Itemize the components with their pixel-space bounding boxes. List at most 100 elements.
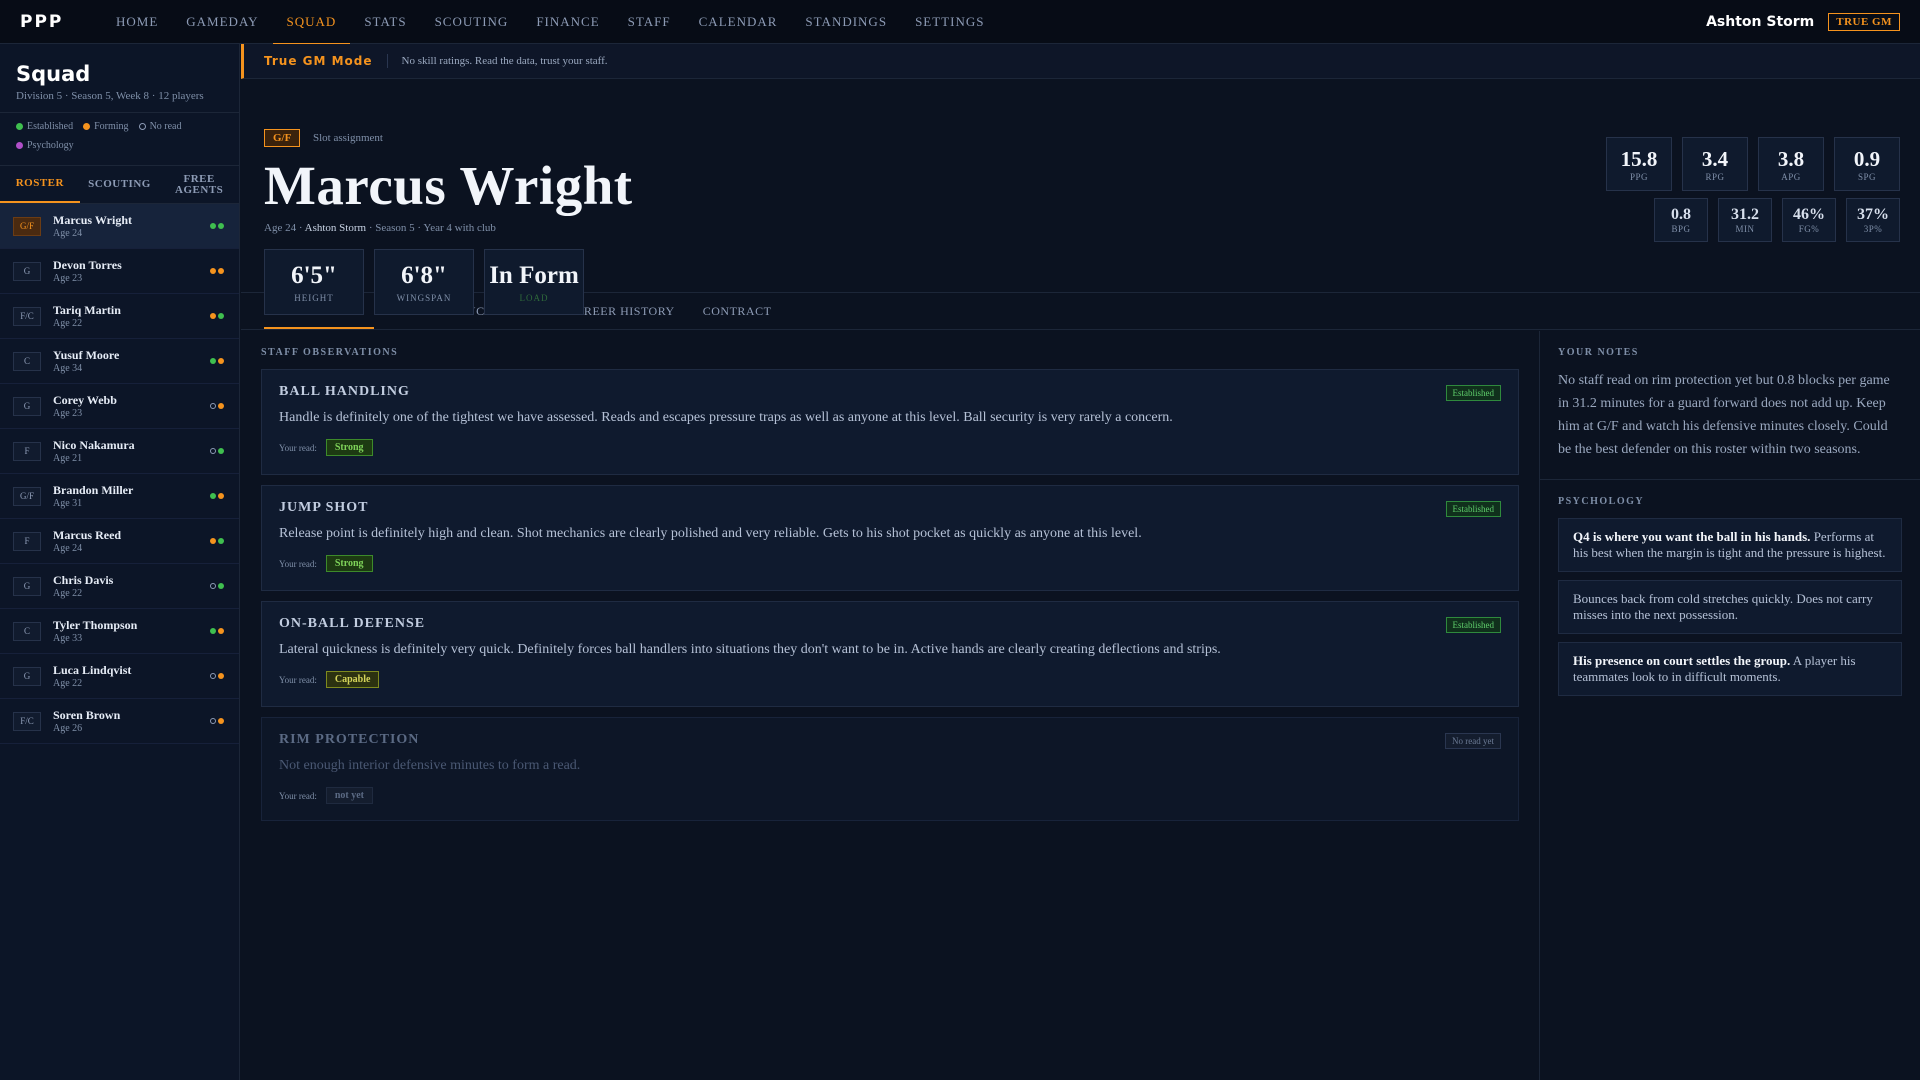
slot-assignment-link[interactable]: Slot assignment — [313, 132, 383, 144]
assessment-content: STAFF OBSERVATIONS BALL HANDLING Establis… — [241, 331, 1920, 1080]
read-status-badge: Established — [1445, 385, 1501, 401]
player-info: Yusuf Moore Age 34 — [53, 348, 210, 374]
position-tag: G/F — [13, 486, 41, 506]
roster-player-row[interactable]: C Tyler Thompson Age 33 — [0, 609, 239, 654]
player-hero: G/F Slot assignment Marcus Wright Age 24… — [241, 79, 1920, 315]
player-name: Soren Brown — [53, 708, 121, 722]
position-tag: G — [13, 576, 41, 596]
roster-player-row[interactable]: G/F Marcus Wright Age 24 — [0, 204, 239, 249]
sidebar-tabs: ROSTER SCOUTING FREE AGENTS — [0, 166, 239, 204]
status-dot-icon — [218, 583, 224, 589]
your-read: Your read: Capable — [279, 671, 1501, 688]
player-name: Tyler Thompson — [53, 618, 138, 632]
read-status-dots — [210, 718, 226, 724]
primary-stats: 15.8 PPG 3.4 RPG 3.8 APG 0.9 SPG — [1596, 137, 1900, 191]
your-read-chip[interactable]: Strong — [325, 439, 373, 456]
nav-user-area: Ashton Storm TRUE GM — [1706, 12, 1920, 31]
roster-player-row[interactable]: G/F Brandon Miller Age 31 — [0, 474, 239, 519]
roster-player-row[interactable]: F/C Soren Brown Age 26 — [0, 699, 239, 744]
staff-observations: STAFF OBSERVATIONS BALL HANDLING Establis… — [261, 331, 1519, 831]
stat-label: 3P% — [1863, 224, 1883, 234]
player-info: Tyler Thompson Age 33 — [53, 618, 210, 644]
attr-wingspan: 6'8" WINGSPAN — [374, 249, 474, 315]
tab-contract[interactable]: CONTRACT — [689, 293, 786, 329]
status-dot-icon — [210, 223, 216, 229]
position-badge[interactable]: G/F — [264, 129, 301, 147]
roster-player-row[interactable]: F Marcus Reed Age 24 — [0, 519, 239, 564]
player-info: Tariq Martin Age 22 — [53, 303, 210, 329]
user-name[interactable]: Ashton Storm — [1706, 14, 1814, 30]
true-gm-banner: True GM Mode No skill ratings. Read the … — [241, 44, 1920, 79]
nav-item-settings[interactable]: SETTINGS — [901, 0, 998, 44]
status-dot-icon — [218, 673, 224, 679]
squad-sidebar: Squad Division 5 · Season 5, Week 8 · 12… — [0, 44, 240, 1080]
status-dot-icon — [218, 403, 224, 409]
your-read: Your read: not yet — [279, 787, 1501, 804]
nav-item-home[interactable]: HOME — [102, 0, 172, 44]
legend-label: Psychology — [27, 140, 74, 151]
roster-player-row[interactable]: G Chris Davis Age 22 — [0, 564, 239, 609]
status-dot-icon — [218, 358, 224, 364]
roster-player-row[interactable]: F/C Tariq Martin Age 22 — [0, 294, 239, 339]
roster-player-row[interactable]: G Devon Torres Age 23 — [0, 249, 239, 294]
your-read-chip[interactable]: not yet — [325, 787, 374, 804]
player-name: Yusuf Moore — [53, 348, 120, 362]
app-logo[interactable]: PPP — [0, 12, 102, 32]
empty-ring-icon — [210, 448, 216, 454]
player-name: Corey Webb — [53, 393, 117, 407]
your-read: Your read: Strong — [279, 439, 1501, 456]
your-read-chip[interactable]: Strong — [325, 555, 373, 572]
position-tag: G — [13, 396, 41, 416]
read-status-dots — [210, 583, 226, 589]
roster-player-row[interactable]: G Corey Webb Age 23 — [0, 384, 239, 429]
status-dot-icon — [210, 313, 216, 319]
attr-load: In Form LOAD — [484, 249, 584, 315]
tab-scouting[interactable]: SCOUTING — [80, 166, 160, 203]
tab-free-agents[interactable]: FREE AGENTS — [159, 166, 239, 203]
tab-roster[interactable]: ROSTER — [0, 166, 80, 203]
player-age: Age 24 — [53, 543, 83, 554]
observation-text: Not enough interior defensive minutes to… — [279, 758, 581, 773]
nav-item-finance[interactable]: FINANCE — [522, 0, 613, 44]
position-tag: F — [13, 441, 41, 461]
observation-text: Handle is definitely one of the tightest… — [279, 410, 1173, 425]
observation-title: JUMP SHOT — [279, 500, 369, 515]
nav-item-standings[interactable]: STANDINGS — [791, 0, 901, 44]
psychology-panel: PSYCHOLOGY Q4 is where you want the ball… — [1540, 496, 1920, 696]
status-dot-icon — [210, 358, 216, 364]
section-title: STAFF OBSERVATIONS — [261, 347, 399, 358]
stat-value: 0.9 — [1853, 146, 1881, 171]
player-age: Age 33 — [53, 633, 83, 644]
stat-value: 3.4 — [1701, 146, 1729, 171]
empty-ring-icon — [138, 123, 146, 130]
stat-value: 3.8 — [1777, 146, 1805, 171]
roster-player-row[interactable]: F Nico Nakamura Age 21 — [0, 429, 239, 474]
your-read-label: Your read: — [279, 790, 317, 801]
status-dot-icon — [218, 313, 224, 319]
roster-player-row[interactable]: C Yusuf Moore Age 34 — [0, 339, 239, 384]
status-dot-icon — [210, 268, 216, 274]
meta-age: Age 24 · — [264, 222, 305, 234]
sidebar-title: Squad — [16, 62, 91, 86]
nav-item-squad[interactable]: SQUAD — [272, 0, 351, 45]
orange-dot-icon — [83, 123, 91, 130]
legend-label: No read — [149, 121, 182, 132]
trait-text: Bounces back from cold stretches quickly… — [1573, 591, 1873, 622]
your-read-chip[interactable]: Capable — [325, 671, 380, 688]
nav-item-scouting[interactable]: SCOUTING — [421, 0, 523, 44]
nav-item-staff[interactable]: STAFF — [614, 0, 685, 44]
nav-item-stats[interactable]: STATS — [350, 0, 420, 44]
empty-ring-icon — [210, 718, 216, 724]
physical-attributes: 6'5" HEIGHT 6'8" WINGSPAN In Form LOAD — [264, 249, 594, 315]
notes-text[interactable]: No staff read on rim protection yet but … — [1558, 369, 1902, 461]
observation-card: RIM PROTECTION No read yet Not enough inte… — [261, 717, 1519, 821]
player-info: Soren Brown Age 26 — [53, 708, 210, 734]
nav-item-calendar[interactable]: CALENDAR — [685, 0, 792, 44]
nav-item-gameday[interactable]: GAMEDAY — [172, 0, 272, 44]
roster-player-row[interactable]: G Luca Lindqvist Age 22 — [0, 654, 239, 699]
stat-value: 0.8 — [1671, 206, 1691, 223]
legend-no-read: No read — [138, 121, 182, 132]
attr-label: HEIGHT — [294, 292, 334, 303]
secondary-stats: 0.8 BPG 31.2 MIN 46% FG% 37% 3P% — [1644, 198, 1900, 242]
stat-min: 31.2 MIN — [1718, 198, 1772, 242]
